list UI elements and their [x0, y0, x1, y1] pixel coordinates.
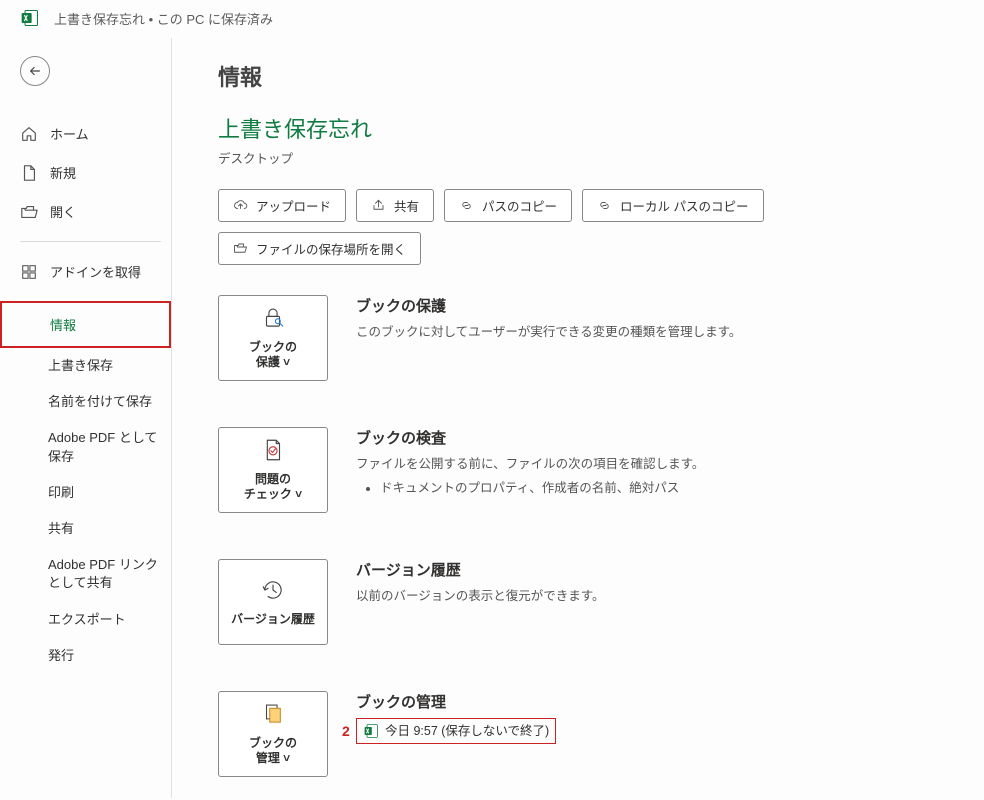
titlebar-text: 上書き保存忘れ • この PC に保存済み [54, 9, 273, 28]
nav-adobe-pdf-link[interactable]: Adobe PDF リンクとして共有 [0, 547, 171, 601]
version-history-heading: バージョン履歴 [356, 559, 950, 580]
home-icon [20, 125, 38, 143]
nav-adobe-pdf[interactable]: Adobe PDF として保存 [0, 420, 171, 474]
big-btn-label: バージョン履歴 [227, 612, 319, 628]
nav-export[interactable]: エクスポート [0, 602, 171, 638]
check-issues-button[interactable]: 問題のチェック ˅ [218, 427, 328, 513]
nav-print[interactable]: 印刷 [0, 475, 171, 511]
section-inspect: 問題のチェック ˅ ブックの検査 ファイルを公開する前に、ファイルの次の項目を確… [218, 427, 950, 513]
excel-file-icon [363, 723, 379, 739]
nav-label: 新規 [50, 163, 76, 182]
sidebar: ホーム 新規 開く アドインを取得 1 情報 上書き保存 [0, 38, 172, 798]
documents-icon [260, 701, 286, 732]
manage-heading: ブックの管理 [356, 691, 950, 712]
actions-row: アップロード 共有 パスのコピー ローカル パスのコピー ファイルの保存場所を開… [218, 189, 950, 265]
annotation-number-2: 2 [342, 720, 350, 742]
nav-label: 名前を付けて保存 [48, 394, 152, 409]
copy-path-button[interactable]: パスのコピー [444, 189, 572, 222]
inspect-bullet: ドキュメントのプロパティ、作成者の名前、絶対パス [380, 478, 950, 498]
folder-open-icon [233, 241, 248, 256]
manage-workbook-button[interactable]: ブックの管理 ˅ [218, 691, 328, 777]
nav-label: 開く [50, 202, 76, 221]
arrow-left-icon [28, 64, 42, 78]
nav-label: ホーム [50, 124, 89, 143]
link-icon [459, 198, 474, 213]
addins-icon [20, 263, 38, 281]
nav-label: Adobe PDF として保存 [48, 430, 157, 463]
nav-label: エクスポート [48, 612, 126, 627]
nav-open[interactable]: 開く [20, 192, 161, 231]
nav-label: 共有 [48, 521, 74, 536]
version-link-text: 今日 9:57 (保存しないで終了) [385, 721, 549, 741]
file-name: 上書き保存忘れ [218, 112, 950, 144]
nav-label: 情報 [50, 315, 76, 334]
nav-label: 発行 [48, 648, 74, 663]
back-button[interactable] [20, 56, 50, 86]
nav-save[interactable]: 上書き保存 [0, 348, 171, 384]
autorecover-version-link[interactable]: 今日 9:57 (保存しないで終了) [356, 718, 556, 744]
excel-app-icon [20, 8, 40, 28]
lock-key-icon [260, 305, 286, 336]
section-version-history: バージョン履歴 バージョン履歴 以前のバージョンの表示と復元ができます。 [218, 559, 950, 645]
open-file-location-button[interactable]: ファイルの保存場所を開く [218, 232, 421, 265]
copy-local-path-button[interactable]: ローカル パスのコピー [582, 189, 763, 222]
nav-label: アドインを取得 [50, 262, 141, 281]
titlebar: 上書き保存忘れ • この PC に保存済み [0, 0, 984, 38]
action-label: ファイルの保存場所を開く [256, 239, 406, 258]
nav-label: 印刷 [48, 485, 74, 500]
share-icon [371, 198, 386, 213]
upload-button[interactable]: アップロード [218, 189, 346, 222]
inspect-desc: ファイルを公開する前に、ファイルの次の項目を確認します。 ドキュメントのプロパテ… [356, 454, 950, 498]
nav-addins[interactable]: アドインを取得 [20, 252, 161, 291]
action-label: ローカル パスのコピー [620, 196, 748, 215]
protect-heading: ブックの保護 [356, 295, 950, 316]
history-icon [260, 577, 286, 608]
nav-label: 上書き保存 [48, 358, 113, 373]
action-label: パスのコピー [482, 196, 557, 215]
nav-home[interactable]: ホーム [20, 114, 161, 153]
share-button[interactable]: 共有 [356, 189, 434, 222]
action-label: 共有 [394, 196, 419, 215]
nav-label: Adobe PDF リンクとして共有 [48, 557, 158, 590]
version-history-desc: 以前のバージョンの表示と復元ができます。 [356, 586, 950, 606]
protect-workbook-button[interactable]: ブックの保護 ˅ [218, 295, 328, 381]
version-history-button[interactable]: バージョン履歴 [218, 559, 328, 645]
big-btn-label: ブックの保護 ˅ [245, 340, 301, 371]
file-location: デスクトップ [218, 148, 950, 167]
nav-info[interactable]: 情報 [22, 305, 169, 344]
big-btn-label: ブックの管理 ˅ [245, 736, 301, 767]
content-area: 情報 上書き保存忘れ デスクトップ アップロード 共有 パスのコピー ローカル … [172, 38, 984, 798]
nav-share[interactable]: 共有 [0, 511, 171, 547]
section-manage: ブックの管理 ˅ ブックの管理 2 今日 9:57 (保存しないで終了) [218, 691, 950, 777]
inspect-heading: ブックの検査 [356, 427, 950, 448]
nav-publish[interactable]: 発行 [0, 638, 171, 674]
cloud-upload-icon [233, 198, 248, 213]
sidebar-separator [20, 241, 161, 242]
manage-desc: 2 今日 9:57 (保存しないで終了) [356, 718, 950, 745]
nav-info-wrap: 1 情報 [0, 301, 171, 348]
action-label: アップロード [256, 196, 331, 215]
protect-desc: このブックに対してユーザーが実行できる変更の種類を管理します。 [356, 322, 950, 342]
big-btn-label: 問題のチェック ˅ [240, 472, 306, 503]
link-icon [597, 198, 612, 213]
file-icon [20, 164, 38, 182]
page-title: 情報 [218, 60, 950, 92]
nav-saveas[interactable]: 名前を付けて保存 [0, 384, 171, 420]
document-check-icon [260, 437, 286, 468]
folder-open-icon [20, 203, 38, 221]
section-protect: ブックの保護 ˅ ブックの保護 このブックに対してユーザーが実行できる変更の種類… [218, 295, 950, 381]
nav-new[interactable]: 新規 [20, 153, 161, 192]
